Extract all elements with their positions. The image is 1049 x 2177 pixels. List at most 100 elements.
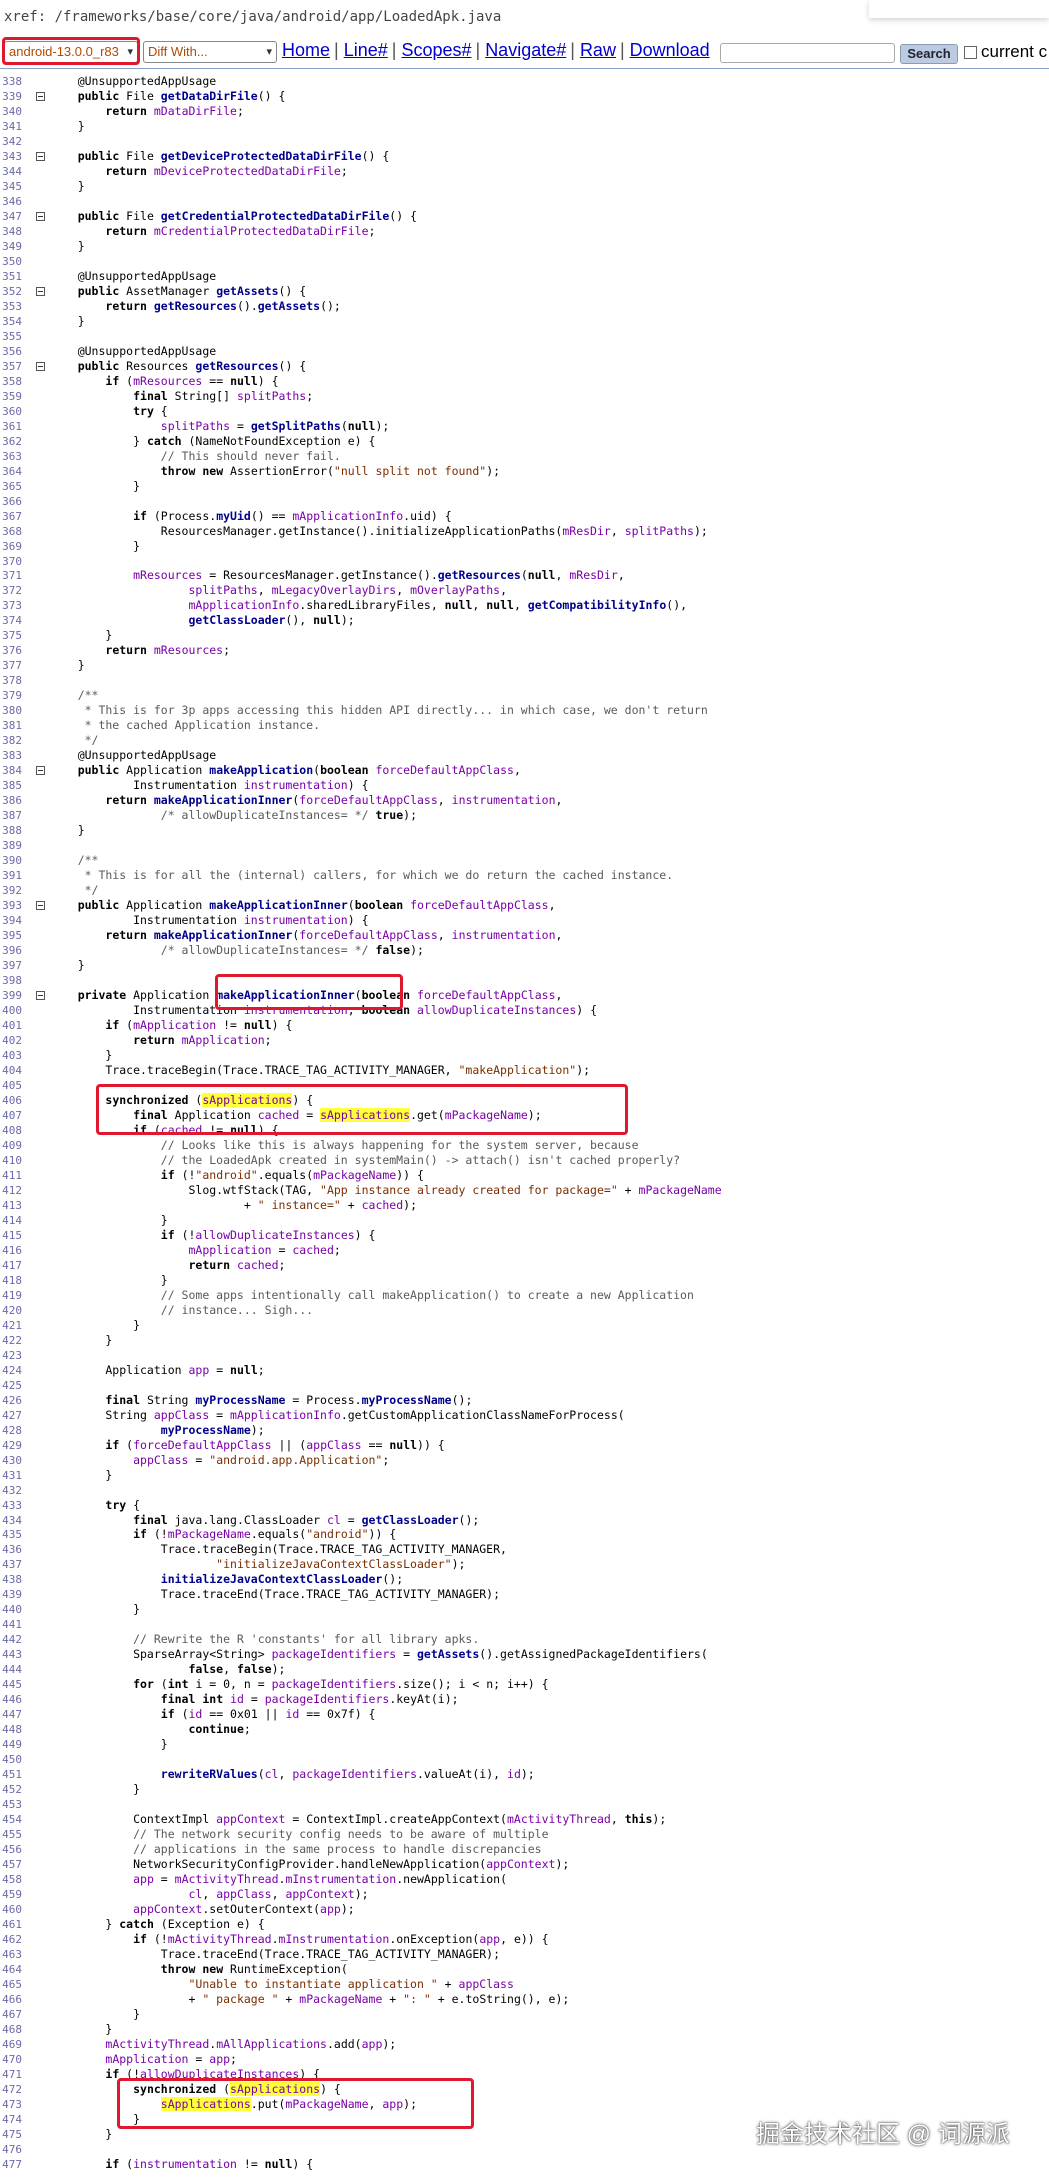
line-number[interactable]: 354: [0, 314, 22, 329]
line-number[interactable]: 434: [0, 1513, 22, 1528]
line-number[interactable]: 374: [0, 613, 22, 628]
line-number[interactable]: 427: [0, 1408, 22, 1423]
line-number[interactable]: 429: [0, 1438, 22, 1453]
line-number[interactable]: 389: [0, 838, 22, 853]
line-number[interactable]: 383: [0, 748, 22, 763]
line-number[interactable]: 453: [0, 1797, 22, 1812]
line-number[interactable]: 377: [0, 658, 22, 673]
line-number[interactable]: 398: [0, 973, 22, 988]
line-number[interactable]: 454: [0, 1812, 22, 1827]
line-number[interactable]: 378: [0, 673, 22, 688]
line-number[interactable]: 441: [0, 1617, 22, 1632]
fold-toggle-icon[interactable]: [36, 991, 45, 1001]
line-number[interactable]: 428: [0, 1423, 22, 1438]
line-number[interactable]: 338: [0, 74, 22, 89]
line-number[interactable]: 465: [0, 1977, 22, 1992]
line-number[interactable]: 431: [0, 1468, 22, 1483]
line-number[interactable]: 395: [0, 928, 22, 943]
diff-select[interactable]: Diff With... ▾: [143, 41, 277, 63]
line-number[interactable]: 472: [0, 2082, 22, 2097]
line-number[interactable]: 421: [0, 1318, 22, 1333]
line-number[interactable]: 471: [0, 2067, 22, 2082]
line-number[interactable]: 449: [0, 1737, 22, 1752]
current-directory-checkbox[interactable]: [964, 46, 977, 59]
line-number[interactable]: 363: [0, 449, 22, 464]
line-number[interactable]: 399: [0, 988, 22, 1003]
line-number[interactable]: 370: [0, 554, 22, 569]
line-number[interactable]: 373: [0, 598, 22, 613]
fold-toggle-icon[interactable]: [36, 766, 45, 776]
line-number[interactable]: 367: [0, 509, 22, 524]
line-number[interactable]: 451: [0, 1767, 22, 1782]
line-number[interactable]: 457: [0, 1857, 22, 1872]
line-number[interactable]: 407: [0, 1108, 22, 1123]
line-number[interactable]: 424: [0, 1363, 22, 1378]
line-number[interactable]: 404: [0, 1063, 22, 1078]
line-number[interactable]: 411: [0, 1168, 22, 1183]
line-number[interactable]: 347: [0, 209, 22, 224]
navigate-link[interactable]: Navigate#: [485, 40, 566, 60]
download-link[interactable]: Download: [630, 40, 710, 60]
raw-link[interactable]: Raw: [580, 40, 616, 60]
line-number[interactable]: 364: [0, 464, 22, 479]
line-number[interactable]: 340: [0, 104, 22, 119]
line-number[interactable]: 433: [0, 1498, 22, 1513]
line-link[interactable]: Line#: [344, 40, 388, 60]
line-number[interactable]: 467: [0, 2007, 22, 2022]
line-number[interactable]: 341: [0, 119, 22, 134]
line-number[interactable]: 380: [0, 703, 22, 718]
line-number[interactable]: 379: [0, 688, 22, 703]
line-number[interactable]: 456: [0, 1842, 22, 1857]
line-number[interactable]: 408: [0, 1123, 22, 1138]
line-number[interactable]: 352: [0, 284, 22, 299]
line-number[interactable]: 355: [0, 329, 22, 344]
fold-toggle-icon[interactable]: [36, 286, 45, 296]
line-number[interactable]: 432: [0, 1483, 22, 1498]
line-number[interactable]: 445: [0, 1677, 22, 1692]
line-number[interactable]: 357: [0, 359, 22, 374]
line-number[interactable]: 415: [0, 1228, 22, 1243]
line-number[interactable]: 384: [0, 763, 22, 778]
line-number[interactable]: 440: [0, 1602, 22, 1617]
line-number[interactable]: 470: [0, 2052, 22, 2067]
line-number[interactable]: 443: [0, 1647, 22, 1662]
line-number[interactable]: 388: [0, 823, 22, 838]
line-number[interactable]: 436: [0, 1542, 22, 1557]
line-number[interactable]: 375: [0, 628, 22, 643]
line-number[interactable]: 369: [0, 539, 22, 554]
version-select[interactable]: android-13.0.0_r83 ▾: [4, 41, 138, 63]
line-number[interactable]: 361: [0, 419, 22, 434]
line-number[interactable]: 452: [0, 1782, 22, 1797]
line-number[interactable]: 423: [0, 1348, 22, 1363]
line-number[interactable]: 466: [0, 1992, 22, 2007]
fold-toggle-icon[interactable]: [36, 91, 45, 101]
line-number[interactable]: 349: [0, 239, 22, 254]
line-number[interactable]: 381: [0, 718, 22, 733]
line-number[interactable]: 368: [0, 524, 22, 539]
line-number[interactable]: 391: [0, 868, 22, 883]
line-number[interactable]: 414: [0, 1213, 22, 1228]
fold-toggle-icon[interactable]: [36, 361, 45, 371]
home-link[interactable]: Home: [282, 40, 330, 60]
line-number[interactable]: 476: [0, 2142, 22, 2157]
scopes-link[interactable]: Scopes#: [401, 40, 471, 60]
line-number[interactable]: 419: [0, 1288, 22, 1303]
line-number[interactable]: 396: [0, 943, 22, 958]
line-number[interactable]: 448: [0, 1722, 22, 1737]
fold-toggle-icon[interactable]: [36, 211, 45, 221]
line-number[interactable]: 416: [0, 1243, 22, 1258]
line-number[interactable]: 469: [0, 2037, 22, 2052]
line-number[interactable]: 418: [0, 1273, 22, 1288]
line-number[interactable]: 402: [0, 1033, 22, 1048]
line-number[interactable]: 413: [0, 1198, 22, 1213]
line-number[interactable]: 442: [0, 1632, 22, 1647]
line-number[interactable]: 350: [0, 254, 22, 269]
line-number[interactable]: 463: [0, 1947, 22, 1962]
line-number[interactable]: 446: [0, 1692, 22, 1707]
line-number[interactable]: 444: [0, 1662, 22, 1677]
line-number[interactable]: 344: [0, 164, 22, 179]
line-number[interactable]: 401: [0, 1018, 22, 1033]
line-number[interactable]: 385: [0, 778, 22, 793]
fold-toggle-icon[interactable]: [36, 901, 45, 911]
line-number[interactable]: 345: [0, 179, 22, 194]
